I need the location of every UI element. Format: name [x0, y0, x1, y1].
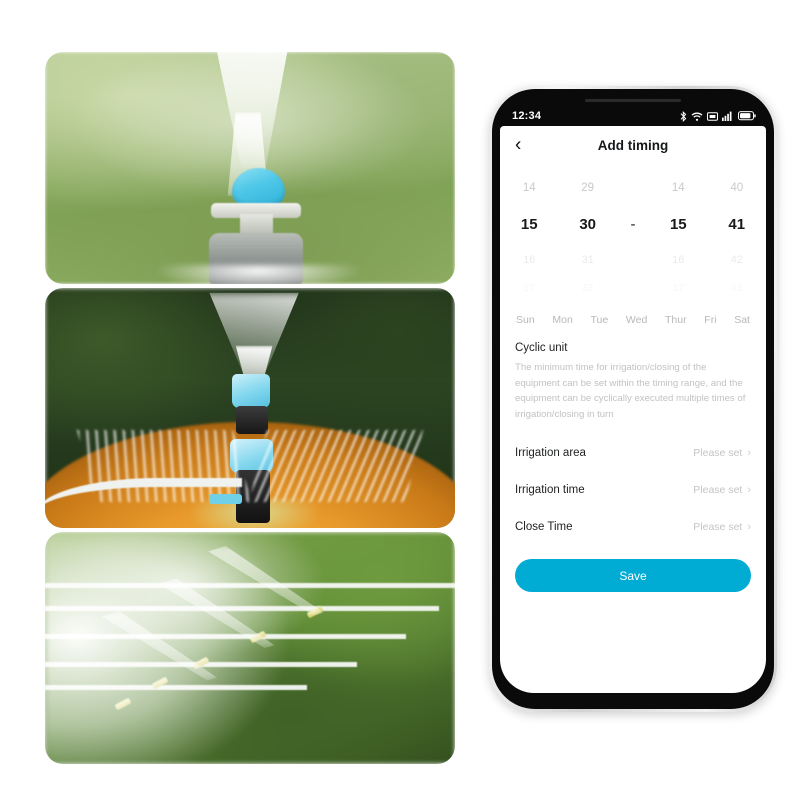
row-value-group: Please set › [693, 484, 751, 496]
row-value: Please set [693, 446, 743, 459]
hour-start-next2: 17 [523, 282, 536, 294]
save-button-container: Save [500, 545, 766, 593]
row-value-group: Please set › [693, 521, 751, 533]
hour-start-next: 16 [523, 254, 536, 266]
time-picker-row-faded[interactable]: 17 32 17 43 [500, 278, 766, 298]
blue-nozzle-head [231, 168, 285, 208]
weekday-fri[interactable]: Fri [704, 314, 716, 326]
status-bar-icons [680, 110, 756, 122]
weekday-wed[interactable]: Wed [626, 314, 647, 326]
weekday-sat[interactable]: Sat [734, 314, 750, 326]
weekday-selector[interactable]: Sun Mon Tue Wed Thur Fri Sat [500, 304, 766, 338]
upper-black-body [235, 405, 269, 435]
weekday-tue[interactable]: Tue [591, 314, 609, 326]
time-picker-row-selected[interactable]: 15 30 - 15 41 [500, 206, 766, 242]
upper-blue-nozzle [231, 374, 271, 408]
minute-end-value: 41 [728, 215, 746, 233]
time-picker-row-below[interactable]: 16 31 16 42 [500, 242, 766, 278]
chevron-right-icon: › [747, 520, 751, 533]
row-irrigation-area[interactable]: Irrigation area Please set › [515, 434, 751, 471]
app-screen: ‹ Add timing 14 29 14 40 15 30 - 15 41 1… [500, 126, 766, 693]
time-picker[interactable]: 14 29 14 40 15 30 - 15 41 16 31 16 42 17… [500, 164, 766, 304]
row-value: Please set [693, 520, 743, 533]
product-photo-misting-line [45, 532, 455, 764]
sim-card-icon [707, 111, 718, 121]
hour-start-value: 15 [520, 215, 538, 233]
minute-start-value: 30 [579, 215, 597, 233]
minute-start-next2: 32 [581, 282, 594, 294]
row-label: Close Time [515, 520, 573, 533]
chevron-right-icon: › [747, 446, 751, 459]
row-irrigation-time[interactable]: Irrigation time Please set › [515, 471, 751, 508]
minute-end-prev: 40 [730, 182, 744, 194]
status-bar: 12:34 [500, 106, 766, 126]
weekday-mon[interactable]: Mon [552, 314, 572, 326]
app-header: ‹ Add timing [500, 126, 766, 164]
fog-overlay [45, 532, 455, 764]
weekday-sun[interactable]: Sun [516, 314, 535, 326]
smartphone-mockup: 12:34 ‹ Add timing 14 29 14 40 15 30 - 1… [489, 86, 777, 712]
save-button[interactable]: Save [515, 559, 751, 593]
battery-icon [738, 111, 756, 121]
bluetooth-icon [680, 110, 687, 122]
cyclic-unit-title: Cyclic unit [515, 342, 568, 354]
water-spray-right [249, 429, 423, 502]
earpiece-speaker [585, 99, 681, 102]
hour-end-next: 16 [672, 254, 685, 266]
product-photo-sprinkler-lawn [45, 52, 455, 284]
cyclic-unit-section: Cyclic unit The minimum time for irrigat… [500, 338, 766, 422]
hour-start-prev: 14 [522, 182, 536, 194]
hour-end-value: 15 [669, 215, 687, 233]
chevron-right-icon: › [747, 483, 751, 496]
chevron-left-icon[interactable]: ‹ [509, 134, 527, 157]
row-label: Irrigation time [515, 483, 585, 496]
row-value-group: Please set › [693, 447, 751, 459]
time-picker-row-above[interactable]: 14 29 14 40 [500, 170, 766, 206]
row-close-time[interactable]: Close Time Please set › [515, 508, 751, 545]
hour-end-next2: 17 [672, 282, 685, 294]
time-range-separator: - [630, 215, 636, 233]
weekday-thur[interactable]: Thur [665, 314, 687, 326]
hose-connector [209, 494, 242, 504]
hour-end-prev: 14 [671, 182, 685, 194]
minute-end-next: 42 [730, 254, 743, 266]
row-value: Please set [693, 483, 743, 496]
page-title: Add timing [597, 137, 669, 153]
wifi-icon [691, 112, 703, 121]
ground-splash [143, 265, 373, 284]
product-photo-nozzles-orange-dome [45, 288, 455, 528]
settings-list: Irrigation area Please set › Irrigation … [500, 422, 766, 545]
status-bar-clock: 12:34 [512, 110, 542, 122]
minute-end-next2: 43 [730, 282, 743, 294]
minute-start-next: 31 [581, 254, 594, 266]
signal-bars-icon [722, 111, 732, 121]
minute-start-prev: 29 [581, 182, 595, 194]
phone-bezel: 12:34 ‹ Add timing 14 29 14 40 15 30 - 1… [492, 89, 774, 709]
cyclic-unit-description: The minimum time for irrigation/closing … [515, 362, 746, 420]
row-label: Irrigation area [515, 446, 586, 459]
